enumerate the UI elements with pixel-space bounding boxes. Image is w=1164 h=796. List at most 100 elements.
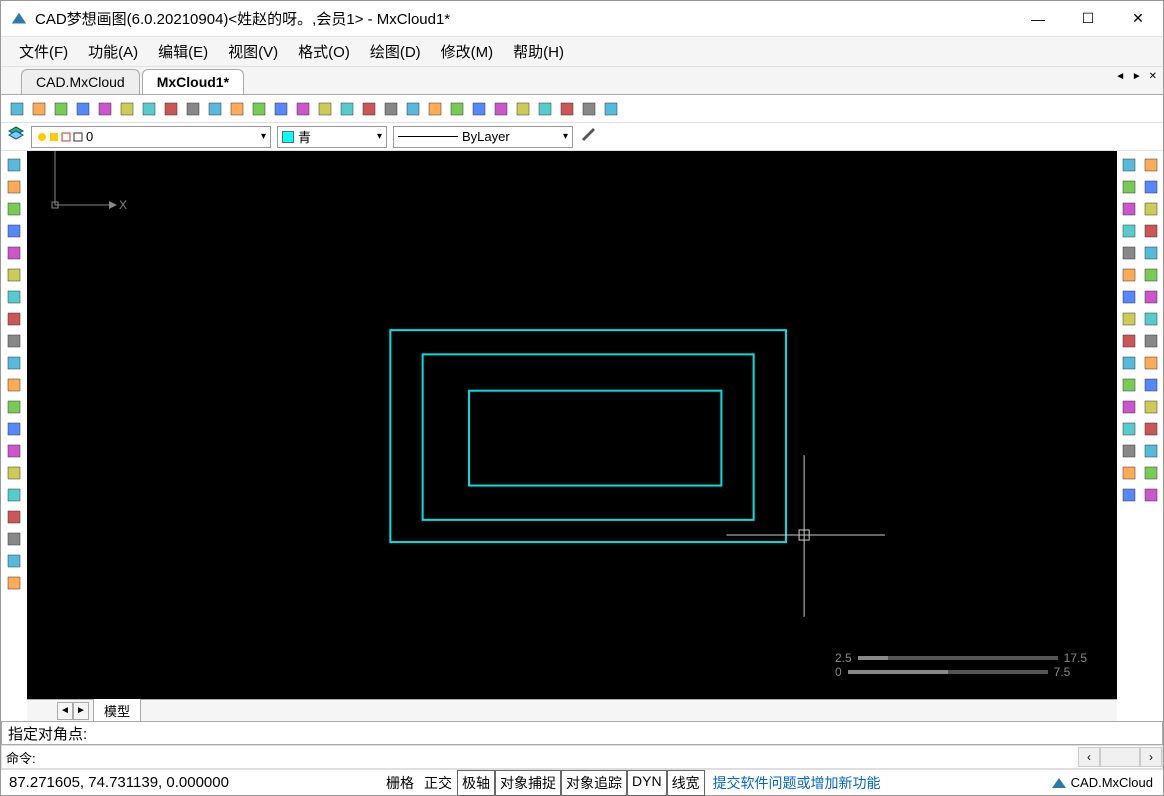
dim2-icon[interactable] (1141, 463, 1161, 483)
print-icon[interactable] (513, 99, 533, 119)
maximize-button[interactable]: ☐ (1063, 1, 1113, 37)
mode-polar[interactable]: 极轴 (457, 770, 495, 796)
exit-icon[interactable] (601, 99, 621, 119)
menu-function[interactable]: 功能(A) (78, 37, 148, 66)
text-s-icon[interactable] (4, 485, 24, 505)
subtract-icon[interactable] (1141, 331, 1161, 351)
paint-icon[interactable] (381, 99, 401, 119)
block-ins-icon[interactable] (4, 441, 24, 461)
tab-close-icon[interactable]: ✕ (1149, 71, 1157, 82)
menu-draw[interactable]: 绘图(D) (360, 37, 431, 66)
zoom-all-icon[interactable] (271, 99, 291, 119)
minimize-button[interactable]: — (1013, 1, 1063, 37)
circle-icon[interactable] (4, 309, 24, 329)
zoom-a-icon[interactable] (227, 99, 247, 119)
layer-manager-icon[interactable] (7, 125, 25, 148)
ray-icon[interactable] (4, 177, 24, 197)
hatch-icon[interactable] (359, 99, 379, 119)
join-icon[interactable] (1119, 419, 1139, 439)
mode-otrack[interactable]: 对象追踪 (561, 770, 627, 796)
line-icon[interactable] (4, 155, 24, 175)
copy-icon[interactable] (1119, 155, 1139, 175)
linetype-select[interactable]: ByLayer ▾ (393, 126, 573, 148)
pedit-icon[interactable] (1141, 441, 1161, 461)
save-icon[interactable] (73, 99, 93, 119)
web2-icon[interactable] (557, 99, 577, 119)
arc-icon[interactable] (4, 287, 24, 307)
polygon-icon[interactable] (4, 243, 24, 263)
xline-icon[interactable] (4, 199, 24, 219)
feedback-link[interactable]: 提交软件问题或增加新功能 (713, 773, 881, 793)
helix-icon[interactable] (1119, 463, 1139, 483)
text-m-icon[interactable] (4, 507, 24, 527)
undo-icon[interactable] (491, 99, 511, 119)
mode-osnap[interactable]: 对象捕捉 (495, 770, 561, 796)
doc-tab-2[interactable]: MxCloud1* (142, 69, 244, 94)
layers-icon[interactable] (337, 99, 357, 119)
prev-icon[interactable] (205, 99, 225, 119)
color-select[interactable]: 青 ▾ (277, 126, 387, 148)
move-icon[interactable] (1119, 221, 1139, 241)
offset-icon[interactable] (1141, 177, 1161, 197)
break-icon[interactable] (1119, 287, 1139, 307)
menu-edit[interactable]: 编辑(E) (148, 37, 218, 66)
lengthen-icon[interactable] (1119, 375, 1139, 395)
layout-prev-icon[interactable]: ◄ (57, 702, 73, 720)
close-button[interactable]: ✕ (1113, 1, 1163, 37)
scroll-right-icon[interactable]: › (1140, 747, 1162, 767)
copy2-icon[interactable] (1141, 155, 1161, 175)
align-icon[interactable] (1141, 397, 1161, 417)
find-icon[interactable] (117, 99, 137, 119)
spline-icon[interactable] (4, 375, 24, 395)
scroll-track[interactable] (1100, 747, 1140, 767)
rotate-icon[interactable] (1141, 199, 1161, 219)
measure-icon[interactable] (1119, 397, 1139, 417)
dim-icon[interactable] (403, 99, 423, 119)
open-icon[interactable] (29, 99, 49, 119)
mode-ortho[interactable]: 正交 (419, 770, 457, 796)
tab-next-icon[interactable]: ► (1132, 71, 1142, 82)
table-icon[interactable] (4, 529, 24, 549)
undo-sel-icon[interactable] (293, 99, 313, 119)
mode-dyn[interactable]: DYN (627, 770, 667, 796)
drawing-canvas[interactable]: Y X 2.517.5 07.5 (27, 151, 1117, 699)
command-input[interactable] (40, 750, 1078, 765)
chamfer-icon[interactable] (1119, 309, 1139, 329)
mirror-icon[interactable] (1119, 177, 1139, 197)
mode-grid[interactable]: 栅格 (381, 770, 419, 796)
arc2-icon[interactable] (1119, 485, 1139, 505)
menu-format[interactable]: 格式(O) (288, 37, 360, 66)
menu-help[interactable]: 帮助(H) (503, 37, 574, 66)
fillet-icon[interactable] (1141, 309, 1161, 329)
cloud-icon[interactable] (4, 397, 24, 417)
pan-icon[interactable] (183, 99, 203, 119)
menu-file[interactable]: 文件(F) (9, 37, 78, 66)
layout-tab-model[interactable]: 模型 (93, 698, 141, 721)
explode-icon[interactable] (1141, 353, 1161, 373)
web-icon[interactable] (535, 99, 555, 119)
zoom-in-icon[interactable] (139, 99, 159, 119)
pdf-icon[interactable] (579, 99, 599, 119)
zoom-ext-icon[interactable] (161, 99, 181, 119)
union-icon[interactable] (1119, 331, 1139, 351)
hatch2-icon[interactable] (4, 573, 24, 593)
scale-icon[interactable] (1119, 243, 1139, 263)
break2-icon[interactable] (1141, 287, 1161, 307)
ellipse-icon[interactable] (4, 331, 24, 351)
menu-view[interactable]: 视图(V) (218, 37, 288, 66)
div-icon[interactable] (1141, 375, 1161, 395)
props-icon[interactable] (315, 99, 335, 119)
tab-prev-icon[interactable]: ◄ (1115, 71, 1125, 82)
mode-lwt[interactable]: 线宽 (667, 770, 705, 796)
attr-icon[interactable] (4, 551, 24, 571)
ellipse-arc-icon[interactable] (4, 353, 24, 373)
layer-select[interactable]: 0 ▾ (31, 126, 271, 148)
pan2-icon[interactable] (1119, 441, 1139, 461)
saveas-icon[interactable] (95, 99, 115, 119)
trim-icon[interactable] (1119, 265, 1139, 285)
point-icon[interactable] (4, 419, 24, 439)
intersect-icon[interactable] (1119, 353, 1139, 373)
block-icon[interactable] (425, 99, 445, 119)
doc-tab-1[interactable]: CAD.MxCloud (21, 69, 140, 94)
insert-icon[interactable] (447, 99, 467, 119)
